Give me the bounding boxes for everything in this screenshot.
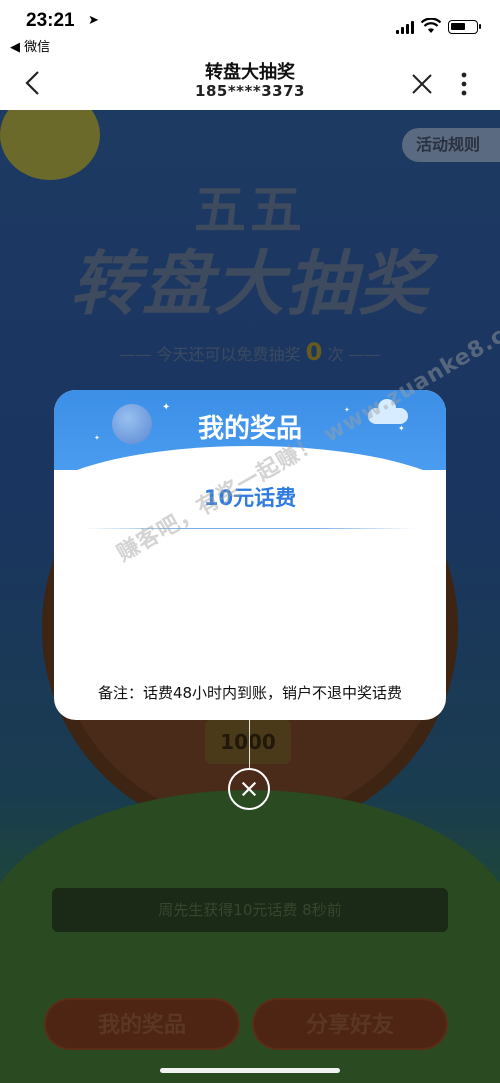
wifi-icon xyxy=(421,18,441,33)
back-to-app-link[interactable]: ◀ 微信 xyxy=(10,36,50,55)
activity-rules-button[interactable]: 活动规则 xyxy=(402,128,500,162)
modal-title: 我的奖品 xyxy=(197,414,302,444)
event-title-big: 转盘大抽奖 xyxy=(70,243,430,325)
prize-modal: ✦ ✦ ✦ ✦ 我的奖品 10元话费 备注：话费48小时内到账，销户不退中奖话费 xyxy=(54,390,446,720)
my-prizes-button[interactable]: 我的奖品 xyxy=(44,998,240,1050)
battery-level xyxy=(451,23,465,30)
nav-bar: 转盘大抽奖 185****3373 xyxy=(0,58,500,110)
share-friends-button[interactable]: 分享好友 xyxy=(252,998,448,1050)
battery-icon xyxy=(448,20,481,34)
winner-ticker: 周先生获得10元话费 8秒前 xyxy=(52,888,448,932)
cellular-signal-icon xyxy=(396,21,414,34)
prize-remark: 备注：话费48小时内到账，销户不退中奖话费 xyxy=(97,684,403,702)
modal-close-icon[interactable] xyxy=(228,768,270,810)
wheel-prize-tag: 1000 xyxy=(205,720,291,764)
modal-connector-line xyxy=(249,720,250,768)
location-arrow-icon: ➤ xyxy=(88,13,99,28)
more-options-icon[interactable] xyxy=(454,70,474,98)
status-time: 23:21 xyxy=(26,10,75,31)
free-draws-prefix: —— 今天还可以免费抽奖 xyxy=(119,345,301,364)
free-draws-count: 0 xyxy=(305,338,323,366)
close-icon[interactable] xyxy=(408,70,436,98)
free-draws-suffix: 次 —— xyxy=(327,345,381,364)
status-bar: 23:21 ➤ ◀ 微信 xyxy=(0,0,500,58)
home-indicator[interactable] xyxy=(160,1068,340,1073)
